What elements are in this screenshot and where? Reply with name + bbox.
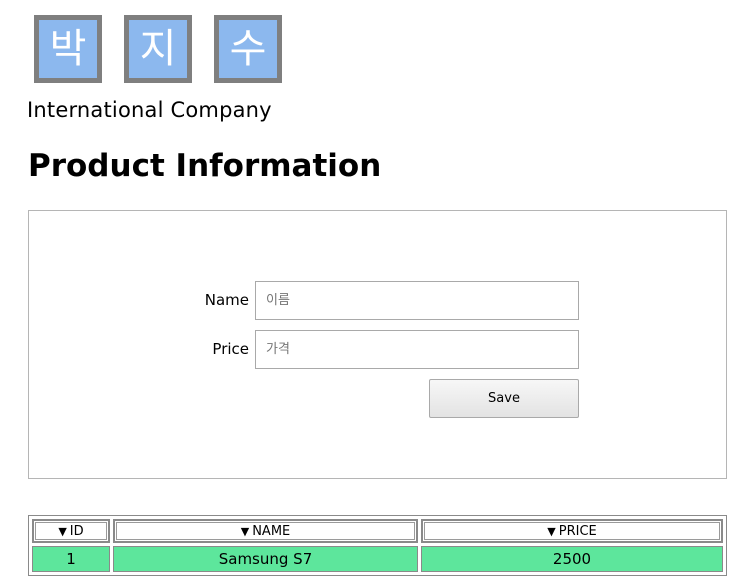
name-input[interactable]: [255, 281, 579, 320]
column-header-label: PRICE: [558, 523, 597, 539]
column-header-label: NAME: [252, 523, 291, 539]
column-header-price[interactable]: ▼ PRICE: [421, 519, 723, 543]
cell-id: 1: [32, 546, 110, 572]
logo-tile-2: 지: [124, 15, 192, 83]
logo-tile-3: 수: [214, 15, 282, 83]
company-name: International Company: [27, 98, 272, 122]
column-header-name[interactable]: ▼ NAME: [113, 519, 418, 543]
price-input[interactable]: [255, 330, 579, 369]
sort-desc-icon: ▼: [58, 524, 67, 538]
cell-name: Samsung S7: [113, 546, 418, 572]
price-label: Price: [212, 340, 249, 358]
table-row[interactable]: 1 Samsung S7 2500: [32, 546, 723, 572]
product-form: Name Price Save: [28, 210, 727, 479]
column-header-label: ID: [69, 523, 84, 539]
table-header-row: ▼ ID ▼ NAME ▼ PRICE: [32, 519, 723, 543]
logo-tile-1: 박: [34, 15, 102, 83]
sort-desc-icon: ▼: [547, 524, 556, 538]
name-label: Name: [204, 291, 249, 309]
column-header-id[interactable]: ▼ ID: [32, 519, 110, 543]
page-title: Product Information: [28, 148, 382, 184]
company-logo: 박 지 수: [34, 15, 304, 83]
save-button[interactable]: Save: [429, 379, 579, 418]
product-table: ▼ ID ▼ NAME ▼ PRICE 1 Samsung S7 2500: [28, 515, 727, 576]
sort-desc-icon: ▼: [240, 524, 250, 538]
cell-price: 2500: [421, 546, 723, 572]
